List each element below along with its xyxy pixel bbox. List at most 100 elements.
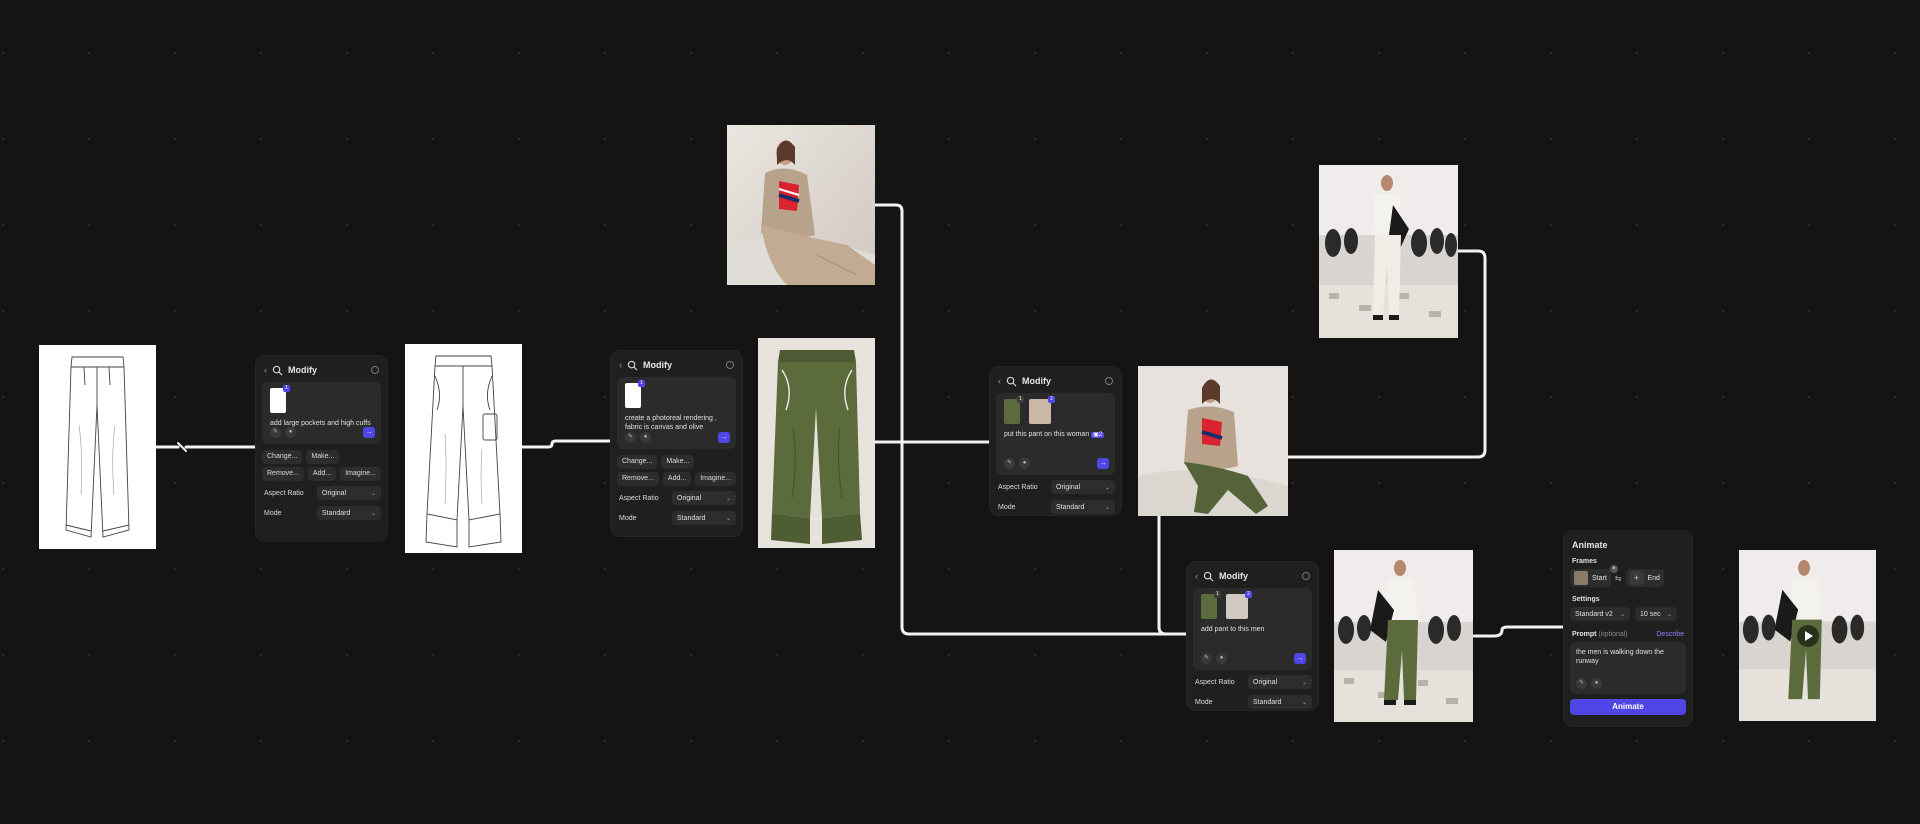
describe-link[interactable]: Describe [1656, 631, 1684, 638]
prompt-box[interactable]: 1 create a photoreal rendering , fabric … [617, 377, 736, 449]
animate-prompt-input[interactable]: the men is walking down the runway ✎ ● [1570, 642, 1686, 694]
mic-icon[interactable]: ● [285, 427, 296, 438]
settings-label: Settings [1572, 596, 1600, 603]
animate-prompt-text[interactable]: the men is walking down the runway [1576, 648, 1680, 666]
chip-change[interactable]: Change... [262, 450, 303, 464]
man-runway-olive-image[interactable] [1334, 550, 1473, 722]
prompt-text[interactable]: create a photoreal rendering , fabric is… [625, 414, 728, 432]
chip-imagine[interactable]: Imagine... [695, 472, 736, 486]
send-arrow-icon[interactable]: → [363, 427, 375, 438]
send-arrow-icon[interactable]: → [718, 432, 730, 443]
mode-select[interactable]: Standard ⌄ [317, 506, 381, 520]
chevron-left-icon[interactable]: ‹ [998, 376, 1001, 386]
woman-olive-pants-image[interactable] [1138, 366, 1288, 516]
plus-icon[interactable]: + [1629, 571, 1644, 585]
olive-pants-image[interactable] [758, 338, 875, 548]
prompt-box[interactable]: 1 2 add pant to this men ✎ ● → [1193, 588, 1312, 670]
thumbnail-badge: 1 [1214, 591, 1221, 598]
chevron-left-icon[interactable]: ‹ [264, 365, 267, 375]
chevron-down-icon: ⌄ [1301, 699, 1307, 706]
thumbnail-badge: 1 [283, 385, 290, 392]
end-frame-label: End [1647, 574, 1660, 582]
model-select[interactable]: Standard v2 ⌄ [1570, 607, 1630, 621]
play-icon[interactable] [1796, 624, 1819, 647]
brush-icon[interactable]: ✎ [1576, 678, 1587, 689]
man-runway-white-image[interactable] [1319, 165, 1458, 338]
pants-sketch-pockets-image[interactable] [405, 344, 522, 553]
chevron-left-icon[interactable]: ‹ [1195, 571, 1198, 581]
send-arrow-icon[interactable]: → [1294, 653, 1306, 664]
chevron-down-icon: ⌄ [1666, 611, 1672, 618]
duration-select[interactable]: 10 sec ⌄ [1635, 607, 1677, 621]
brush-icon[interactable]: ✎ [625, 432, 636, 443]
aspect-ratio-select[interactable]: Original ⌄ [672, 491, 736, 505]
chip-remove[interactable]: Remove... [617, 472, 659, 486]
prompt-box[interactable]: 1 2 put this pant on this woman ▣2 ✎ ● → [996, 393, 1115, 475]
swap-icon[interactable]: ⇆ [1615, 574, 1622, 583]
reference-thumbnail-man[interactable]: 2 [1226, 591, 1252, 619]
chip-add[interactable]: Add... [662, 472, 692, 486]
modify-panel-2: ‹ Modify 1 create a photoreal rendering … [610, 350, 743, 537]
mic-icon[interactable]: ● [1591, 678, 1602, 689]
reference-thumbnail-pants[interactable]: 1 [1004, 396, 1024, 424]
info-icon[interactable] [726, 361, 734, 369]
mode-label: Mode [998, 503, 1016, 511]
chip-remove[interactable]: Remove... [262, 467, 304, 481]
start-frame[interactable]: Start × [1570, 565, 1618, 587]
reference-thumbnail-pants[interactable]: 1 [1201, 591, 1221, 619]
modify-icon [627, 360, 638, 370]
mode-select[interactable]: Standard ⌄ [1051, 500, 1115, 514]
modify-icon [1006, 376, 1017, 386]
prompt-box[interactable]: 1 add large pockets and high cuffs ✎ ● → [262, 382, 381, 444]
mode-row: Mode Standard ⌄ [996, 499, 1115, 515]
mic-icon[interactable]: ● [1216, 653, 1227, 664]
mode-row: Mode Standard ⌄ [617, 510, 736, 526]
panel-header: ‹ Modify [262, 363, 381, 377]
brush-icon[interactable]: ✎ [1201, 653, 1212, 664]
send-arrow-icon[interactable]: → [1097, 458, 1109, 469]
aspect-ratio-label: Aspect Ratio [998, 483, 1038, 491]
suggestion-chips: Change... Make... Remove... Add... Imagi… [262, 450, 381, 481]
chip-change[interactable]: Change... [617, 455, 658, 469]
reference-thumbnail[interactable]: 1 [625, 380, 645, 408]
mode-select[interactable]: Standard ⌄ [1248, 695, 1312, 709]
info-icon[interactable] [1302, 572, 1310, 580]
prompt-optional: (optional) [1598, 631, 1628, 638]
aspect-ratio-select[interactable]: Original ⌄ [317, 486, 381, 500]
aspect-ratio-row: Aspect Ratio Original ⌄ [617, 490, 736, 506]
aspect-ratio-label: Aspect Ratio [264, 489, 304, 497]
mic-icon[interactable]: ● [1019, 458, 1030, 469]
video-output-image[interactable] [1739, 550, 1876, 721]
prompt-text[interactable]: add pant to this men [1201, 625, 1304, 634]
pants-sketch-image[interactable] [39, 345, 156, 549]
prompt-text[interactable]: put this pant on this woman ▣2 [1004, 430, 1107, 440]
mode-select[interactable]: Standard ⌄ [672, 511, 736, 525]
panel-header: ‹ Modify [617, 358, 736, 372]
mic-icon[interactable]: ● [640, 432, 651, 443]
aspect-ratio-row: Aspect Ratio Original ⌄ [996, 479, 1115, 495]
mode-row: Mode Standard ⌄ [1193, 694, 1312, 710]
reference-thumbnail-woman[interactable]: 2 [1029, 396, 1055, 424]
woman-beige-suit-image[interactable] [727, 125, 875, 285]
start-frame-thumbnail [1574, 571, 1588, 585]
aspect-ratio-select[interactable]: Original ⌄ [1248, 675, 1312, 689]
chip-imagine[interactable]: Imagine... [340, 467, 381, 481]
info-icon[interactable] [1105, 377, 1113, 385]
chip-add[interactable]: Add... [307, 467, 337, 481]
panel-title: Modify [1022, 376, 1051, 386]
close-icon[interactable]: × [1610, 565, 1618, 573]
chevron-left-icon[interactable]: ‹ [619, 360, 622, 370]
end-frame[interactable]: + End [1625, 569, 1664, 587]
brush-icon[interactable]: ✎ [1004, 458, 1015, 469]
reference-thumbnail[interactable]: 1 [270, 385, 290, 413]
mode-label: Mode [1195, 698, 1213, 706]
brush-icon[interactable]: ✎ [270, 427, 281, 438]
aspect-ratio-select[interactable]: Original ⌄ [1051, 480, 1115, 494]
settings-row: Standard v2 ⌄ 10 sec ⌄ [1570, 607, 1686, 621]
animate-button[interactable]: Animate [1570, 699, 1686, 715]
chip-make[interactable]: Make... [661, 455, 695, 469]
modify-panel-1: ‹ Modify 1 add large pockets and high cu… [255, 355, 388, 542]
thumbnail-badge: 2 [1048, 396, 1055, 403]
chip-make[interactable]: Make... [306, 450, 340, 464]
info-icon[interactable] [371, 366, 379, 374]
